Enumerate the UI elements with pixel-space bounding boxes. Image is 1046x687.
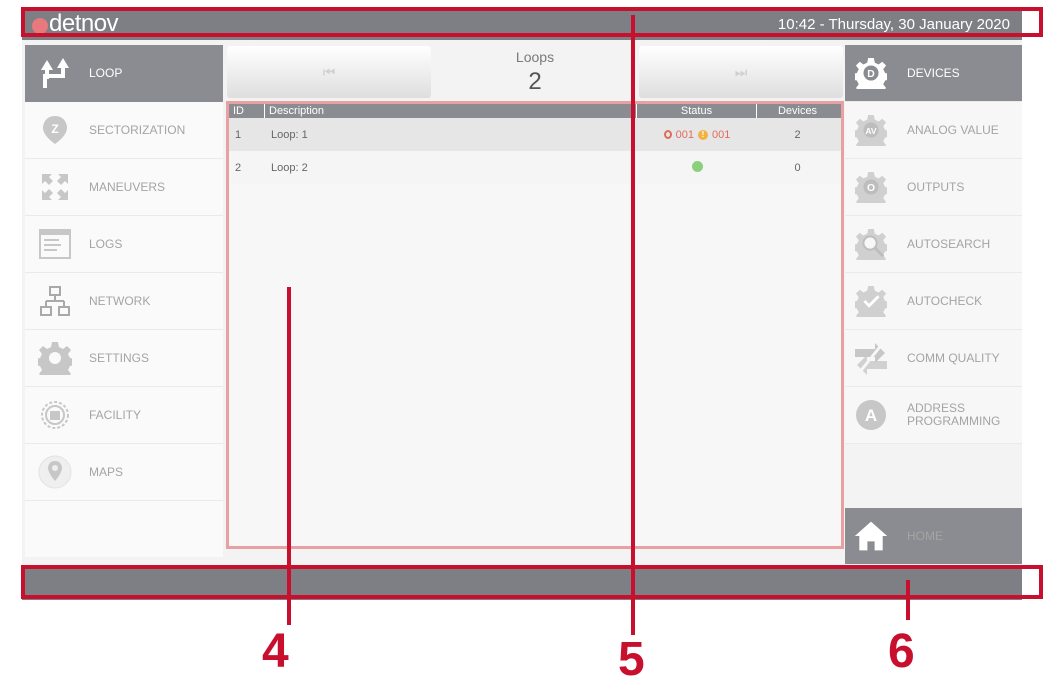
facility-icon — [35, 395, 75, 435]
network-icon — [35, 281, 75, 321]
panel-screen: detnov 10:42 - Thursday, 30 January 2020… — [22, 8, 1022, 600]
right-sidebar: D DEVICES AV ANALOG VALUE O OUTPUTS AUTO… — [845, 45, 1022, 444]
menu-facility[interactable]: FACILITY — [25, 387, 223, 444]
status-ok-icon — [691, 160, 703, 172]
cell-description: Loop: 2 — [271, 161, 308, 174]
table-header: ID Description Status Devices — [229, 104, 841, 118]
menu-autosearch[interactable]: AUTOSEARCH — [845, 216, 1022, 273]
menu-settings[interactable]: SETTINGS — [25, 330, 223, 387]
menu-devices[interactable]: D DEVICES — [845, 45, 1022, 102]
menu-maps[interactable]: MAPS — [25, 444, 223, 501]
callout-number-4: 4 — [262, 625, 289, 678]
cell-description: Loop: 1 — [271, 128, 308, 141]
callout-line-6 — [906, 580, 910, 620]
outputs-icon-text: O — [867, 183, 875, 194]
cell-id: 1 — [235, 128, 242, 141]
cell-status — [637, 160, 757, 175]
loops-count: 2 — [528, 68, 542, 95]
menu-comm-quality[interactable]: COMM QUALITY — [845, 330, 1022, 387]
outputs-icon: O — [853, 169, 889, 205]
address-programming-icon: A — [853, 397, 889, 433]
callout-line-4 — [287, 287, 291, 625]
fault-count: 001 — [712, 128, 731, 141]
logs-icon — [35, 224, 75, 264]
loop-arrows-icon — [35, 53, 75, 93]
map-pin-icon — [35, 452, 75, 492]
table-row[interactable]: 2 Loop: 2 0 — [229, 151, 841, 184]
menu-analog-value-label: ANALOG VALUE — [907, 122, 999, 137]
col-status: Status — [637, 104, 757, 118]
cell-devices: 2 — [794, 128, 801, 141]
header-highlight-box — [21, 7, 1043, 37]
menu-logs-label: LOGS — [89, 237, 123, 251]
callout-number-6: 6 — [888, 625, 915, 678]
col-id: ID — [229, 104, 265, 118]
devices-icon-text: D — [867, 69, 875, 80]
menu-comm-quality-label: COMM QUALITY — [907, 350, 1000, 365]
devices-gear-icon: D — [853, 55, 889, 91]
home-button[interactable]: HOME — [845, 508, 1022, 564]
loops-title: Loops — [515, 49, 555, 65]
menu-maps-label: MAPS — [89, 465, 124, 479]
comm-quality-icon — [853, 340, 889, 376]
cell-id: 2 — [235, 161, 242, 174]
maneuvers-arrows-icon — [35, 167, 75, 207]
menu-sectorization-label: SECTORIZATION — [89, 123, 186, 137]
col-devices: Devices — [777, 105, 818, 117]
settings-gear-icon — [35, 338, 75, 378]
menu-outputs[interactable]: O OUTPUTS — [845, 159, 1022, 216]
skip-next-icon: ⏭ — [734, 63, 748, 80]
menu-analog-value[interactable]: AV ANALOG VALUE — [845, 102, 1022, 159]
home-label: HOME — [907, 528, 943, 543]
callout-line-5 — [631, 15, 635, 635]
table-row[interactable]: 1 Loop: 1 001 ! 001 2 — [229, 118, 841, 151]
previous-loop-button[interactable]: ⏮ — [227, 46, 431, 98]
loops-table: ID Description Status Devices 1 Loop: 1 … — [226, 101, 844, 549]
home-icon — [853, 518, 889, 554]
menu-loop[interactable]: LOOP — [25, 45, 223, 102]
menu-autocheck[interactable]: AUTOCHECK — [845, 273, 1022, 330]
menu-network[interactable]: NETWORK — [25, 273, 223, 330]
menu-loop-label: LOOP — [89, 66, 123, 80]
menu-network-label: NETWORK — [89, 294, 151, 308]
col-description: Description — [265, 104, 637, 118]
left-sidebar: LOOP Z SECTORIZATION MANEUVERS LOGS NETW… — [25, 45, 223, 557]
menu-logs[interactable]: LOGS — [25, 216, 223, 273]
footer-highlight-box — [21, 565, 1043, 599]
menu-address-programming-label: ADDRESS PROGRAMMING — [907, 401, 1001, 428]
analog-value-icon-text: AV — [865, 126, 876, 136]
menu-autocheck-label: AUTOCHECK — [907, 293, 983, 308]
autocheck-icon — [853, 283, 889, 319]
alarm-icon — [663, 130, 672, 139]
menu-facility-label: FACILITY — [89, 408, 142, 422]
alarm-count: 001 — [675, 128, 694, 141]
menu-devices-label: DEVICES — [907, 65, 960, 80]
menu-maneuvers[interactable]: MANEUVERS — [25, 159, 223, 216]
menu-address-programming[interactable]: A ADDRESS PROGRAMMING — [845, 387, 1022, 444]
svg-text:Z: Z — [51, 122, 58, 136]
address-programming-icon-text: A — [865, 406, 877, 425]
sidebar-filler — [25, 501, 223, 557]
analog-value-icon: AV — [853, 112, 889, 148]
skip-previous-icon: ⏮ — [322, 63, 336, 80]
menu-settings-label: SETTINGS — [89, 351, 150, 365]
menu-outputs-label: OUTPUTS — [907, 179, 965, 194]
cell-status: 001 ! 001 — [637, 129, 757, 141]
menu-maneuvers-label: MANEUVERS — [89, 180, 166, 194]
sector-pin-icon: Z — [35, 110, 75, 150]
cell-devices: 0 — [794, 161, 801, 174]
menu-sectorization[interactable]: Z SECTORIZATION — [25, 102, 223, 159]
fault-icon: ! — [698, 129, 708, 140]
next-loop-button[interactable]: ⏭ — [639, 46, 843, 98]
menu-autosearch-label: AUTOSEARCH — [907, 236, 991, 251]
autosearch-icon — [853, 226, 889, 262]
callout-number-5: 5 — [618, 633, 645, 686]
